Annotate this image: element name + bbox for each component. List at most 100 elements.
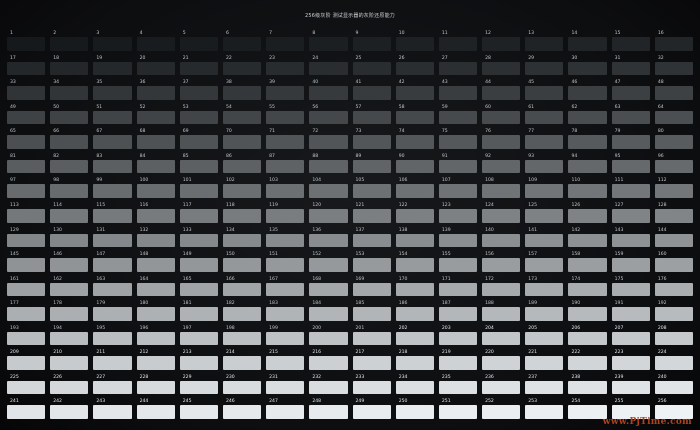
- gray-patch-swatch: [222, 159, 262, 174]
- gray-patch-swatch: [568, 37, 607, 51]
- gray-patch-number: 254: [571, 399, 581, 405]
- gray-patch-cell: 247: [265, 398, 305, 420]
- gray-patch-swatch: [352, 233, 391, 248]
- gray-patch-number: 36: [139, 80, 146, 86]
- gray-patch-swatch: [568, 184, 607, 198]
- gray-patch-number: 153: [355, 252, 365, 258]
- gray-patch-swatch: [482, 135, 521, 149]
- gray-patch-cell: 253: [524, 398, 564, 420]
- gray-patch-number: 107: [441, 178, 451, 184]
- gray-patch-cell: 250: [395, 398, 435, 420]
- gray-patch-number: 14: [571, 31, 578, 36]
- gray-patch-cell: 238: [567, 374, 607, 396]
- gray-patch-number: 49: [10, 104, 16, 110]
- gray-patch-cell: 203: [438, 325, 478, 347]
- gray-patch-number: 197: [182, 325, 192, 331]
- gray-patch-swatch: [222, 61, 262, 76]
- gray-patch-cell: 222: [567, 349, 607, 371]
- gray-patch-number: 92: [485, 153, 491, 159]
- gray-patch-swatch: [611, 282, 650, 297]
- gray-patch-cell: 121: [352, 202, 392, 224]
- gray-patch-number: 159: [614, 252, 624, 258]
- gray-patch-cell: 94: [567, 153, 607, 175]
- gray-patch-cell: 64: [654, 104, 694, 126]
- gray-patch-swatch: [568, 159, 607, 174]
- gray-patch-cell: 195: [92, 325, 132, 347]
- gray-patch-swatch: [136, 258, 175, 272]
- gray-patch-number: 28: [485, 55, 491, 61]
- gray-patch-swatch: [568, 282, 607, 297]
- gray-patch-swatch: [482, 61, 521, 76]
- gray-patch-cell: 234: [395, 374, 435, 396]
- gray-patch-number: 41: [355, 80, 362, 86]
- gray-patch-cell: 168: [308, 276, 348, 298]
- gray-patch-cell: 187: [438, 300, 478, 322]
- projected-screen: 256级灰阶 测试显示器的灰阶还原能力 1 2 3 4 5 6 7 8 9 10 11 12 13 14 1…: [0, 0, 700, 430]
- gray-patch-number: 52: [139, 104, 146, 110]
- gray-patch-swatch: [309, 110, 348, 125]
- gray-patch-cell: 48: [654, 79, 694, 101]
- gray-patch-cell: 8: [308, 30, 348, 52]
- gray-patch-cell: 160: [654, 251, 694, 273]
- gray-patch-swatch: [7, 356, 46, 370]
- gray-patch-cell: 47: [611, 79, 651, 101]
- gray-patch-cell: 90: [395, 153, 435, 175]
- gray-patch-number: 79: [614, 129, 621, 135]
- gray-patch-cell: 135: [265, 227, 305, 249]
- gray-patch-number: 156: [485, 252, 494, 258]
- gray-patch-swatch: [93, 208, 132, 223]
- gray-patch-number: 91: [441, 153, 448, 159]
- gray-patch-number: 222: [571, 350, 581, 356]
- gray-patch-number: 149: [182, 252, 192, 258]
- gray-patch-number: 45: [528, 80, 535, 86]
- gray-patch-number: 16: [657, 31, 664, 36]
- gray-patch-swatch: [136, 208, 175, 223]
- gray-patch-number: 19: [96, 55, 103, 61]
- gray-patch-number: 182: [225, 301, 235, 307]
- gray-patch-cell: 86: [222, 153, 262, 175]
- gray-patch-cell: 154: [395, 251, 435, 273]
- gray-patch-number: 39: [269, 80, 275, 86]
- gray-patch-number: 152: [312, 252, 322, 258]
- gray-patch-swatch: [438, 110, 478, 125]
- gray-patch-number: 146: [53, 252, 62, 258]
- gray-patch-swatch: [179, 37, 218, 51]
- gray-patch-number: 161: [10, 276, 19, 282]
- gray-patch-swatch: [654, 86, 693, 100]
- gray-patch-number: 115: [96, 202, 106, 208]
- gray-patch-swatch: [525, 208, 564, 223]
- page-title: 256级灰阶 测试显示器的灰阶还原能力: [305, 13, 395, 19]
- gray-patch-swatch: [309, 159, 348, 174]
- gray-patch-number: 196: [139, 325, 149, 331]
- gray-patch-swatch: [7, 37, 46, 51]
- gray-patch-cell: 38: [222, 79, 262, 101]
- gray-patch-cell: 17: [6, 55, 46, 77]
- gray-patch-number: 235: [441, 374, 451, 380]
- gray-patch-swatch: [438, 380, 478, 395]
- gray-patch-swatch: [266, 282, 305, 297]
- gray-patch-cell: 171: [438, 276, 478, 298]
- gray-patch-swatch: [395, 37, 434, 51]
- gray-patch-swatch: [654, 110, 693, 125]
- gray-patch-swatch: [525, 37, 564, 51]
- gray-patch-swatch: [482, 184, 521, 198]
- gray-patch-number: 206: [571, 325, 581, 331]
- gray-patch-cell: 32: [654, 55, 694, 77]
- gray-patch-swatch: [568, 61, 607, 76]
- gray-patch-number: 224: [657, 350, 667, 356]
- gray-patch-number: 193: [10, 325, 19, 331]
- gray-patch-number: 181: [182, 301, 192, 307]
- gray-patch-number: 51: [96, 104, 103, 110]
- gray-patch-swatch: [352, 135, 391, 149]
- gray-patch-cell: 151: [265, 251, 305, 273]
- gray-patch-swatch: [309, 184, 348, 198]
- gray-patch-swatch: [525, 135, 564, 149]
- gray-patch-number: 32: [657, 55, 664, 61]
- gray-patch-swatch: [395, 208, 434, 223]
- gray-patch-swatch: [266, 135, 305, 149]
- gray-patch-swatch: [568, 233, 607, 248]
- gray-patch-number: 145: [10, 252, 19, 258]
- gray-patch-cell: 88: [308, 153, 348, 175]
- gray-patch-swatch: [266, 184, 305, 198]
- gray-patch-cell: 77: [524, 128, 564, 150]
